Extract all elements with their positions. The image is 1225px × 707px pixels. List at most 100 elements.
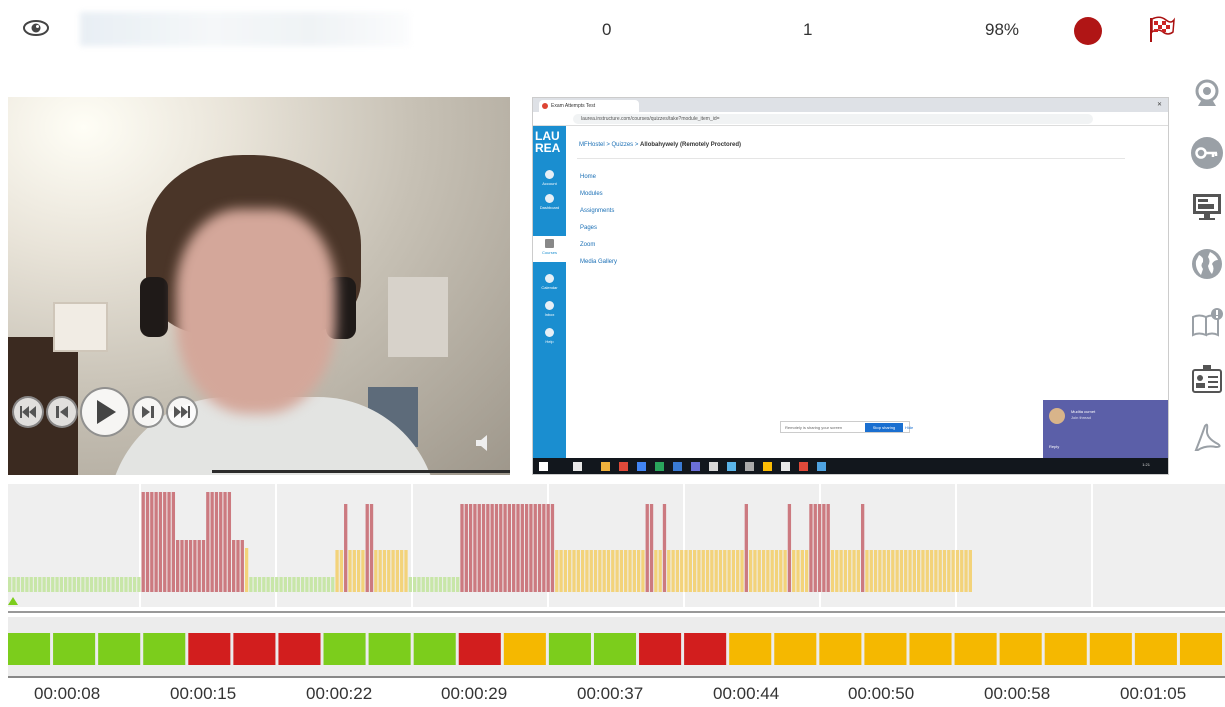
activity-bar xyxy=(839,550,843,592)
menu-assignments[interactable]: Assignments xyxy=(580,208,617,225)
play-icon xyxy=(97,400,116,424)
step-back-button[interactable] xyxy=(46,396,78,428)
nav-courses[interactable]: Courses xyxy=(533,236,566,262)
taskbar-app-icon[interactable] xyxy=(655,462,664,471)
taskbar-app-icon[interactable] xyxy=(637,462,646,471)
inbox-icon xyxy=(545,301,554,310)
status-strip[interactable] xyxy=(8,617,1225,677)
hide-link[interactable]: Hide xyxy=(905,425,913,430)
url-field[interactable]: laurea.instructure.com/courses/quizzes/t… xyxy=(573,114,1093,124)
skip-start-button[interactable] xyxy=(12,396,44,428)
activity-bar xyxy=(378,550,382,592)
playback-controls xyxy=(12,385,198,439)
speaker-icon[interactable] xyxy=(473,432,495,454)
taskbar-app-icon[interactable] xyxy=(781,462,790,471)
taskbar-app-icon[interactable] xyxy=(817,462,826,471)
timeline-divider xyxy=(8,611,1225,613)
checkered-flag-icon[interactable] xyxy=(1146,14,1176,44)
activity-bar xyxy=(628,550,632,592)
taskbar-app-icon[interactable] xyxy=(745,462,754,471)
taskbar-app-icon[interactable] xyxy=(619,462,628,471)
taskbar-app-icon[interactable] xyxy=(573,462,582,471)
activity-bar xyxy=(339,550,344,592)
monitor-icon[interactable] xyxy=(1190,190,1224,224)
taskbar-app-icon[interactable] xyxy=(727,462,736,471)
activity-bar xyxy=(158,492,163,592)
chat-reply-button[interactable]: Reply xyxy=(1049,444,1059,449)
activity-bar xyxy=(33,577,38,592)
activity-bar xyxy=(736,550,740,592)
globe-icon[interactable] xyxy=(1190,247,1224,281)
webcam-icon[interactable] xyxy=(1190,78,1224,112)
play-button[interactable] xyxy=(80,387,130,437)
step-forward-button[interactable] xyxy=(132,396,164,428)
activity-bar xyxy=(611,550,615,592)
activity-bar xyxy=(404,550,408,592)
menu-pages[interactable]: Pages xyxy=(580,225,617,242)
activity-bar xyxy=(322,577,326,592)
activity-bar xyxy=(38,577,42,592)
activity-bar xyxy=(925,550,929,592)
taskbar-app-icon[interactable] xyxy=(709,462,718,471)
nav-help[interactable]: Help xyxy=(533,328,566,344)
activity-bar xyxy=(481,504,486,592)
activity-bar xyxy=(223,492,227,592)
activity-chart-svg xyxy=(8,484,1093,607)
activity-bar xyxy=(585,550,589,592)
skip-end-button[interactable] xyxy=(166,396,198,428)
stop-sharing-button[interactable]: Stop sharing xyxy=(865,423,903,432)
activity-bar xyxy=(326,577,331,592)
activity-bar xyxy=(783,550,787,592)
menu-modules[interactable]: Modules xyxy=(580,191,617,208)
activity-bar xyxy=(856,550,860,592)
activity-bar xyxy=(533,504,537,592)
menu-home[interactable]: Home xyxy=(580,174,617,191)
activity-bar xyxy=(167,492,171,592)
menu-zoom[interactable]: Zoom xyxy=(580,242,617,259)
window-close-icon[interactable]: ✕ xyxy=(1157,101,1162,108)
taskbar-app-icon[interactable] xyxy=(763,462,772,471)
activity-bar xyxy=(507,504,512,592)
start-icon[interactable] xyxy=(539,462,548,471)
activity-bar xyxy=(64,577,68,592)
nav-calendar[interactable]: Calendar xyxy=(533,274,566,290)
nav-inbox[interactable]: Inbox xyxy=(533,301,566,317)
activity-chart[interactable] xyxy=(8,484,1225,607)
activity-bar xyxy=(512,504,516,592)
status-strip-svg xyxy=(8,633,1222,665)
activity-bar xyxy=(180,540,184,592)
activity-bar xyxy=(361,550,365,592)
activity-bar xyxy=(374,550,378,592)
activity-bar xyxy=(878,550,882,592)
pdf-icon[interactable] xyxy=(1190,420,1224,454)
book-alert-icon[interactable] xyxy=(1190,305,1224,339)
activity-bar xyxy=(727,550,731,592)
nav-dashboard[interactable]: Dashboard xyxy=(533,194,566,210)
breadcrumb-links[interactable]: MFHostel > Quizzes > xyxy=(579,142,638,148)
chat-popup[interactable]: Mudita curnet Join thread Reply xyxy=(1043,400,1168,458)
menu-media-gallery[interactable]: Media Gallery xyxy=(580,259,617,276)
screen-capture[interactable]: Exam Attempts Test ✕ laurea.instructure.… xyxy=(532,97,1169,475)
webcam-progress-bar[interactable] xyxy=(212,470,510,473)
activity-bar xyxy=(550,504,555,592)
taskbar-app-icon[interactable] xyxy=(691,462,700,471)
nav-account[interactable]: Account xyxy=(533,170,566,186)
taskbar-app-icon[interactable] xyxy=(673,462,682,471)
eye-icon[interactable] xyxy=(22,14,50,42)
browser-tab[interactable]: Exam Attempts Test xyxy=(539,100,639,112)
record-indicator[interactable] xyxy=(1074,17,1102,45)
time-label: 00:00:44 xyxy=(713,684,780,703)
webcam-video[interactable] xyxy=(8,97,510,475)
taskbar-app-icon[interactable] xyxy=(799,462,808,471)
activity-bar xyxy=(929,550,934,592)
activity-bar xyxy=(524,504,529,592)
activity-bar xyxy=(490,504,494,592)
activity-bar xyxy=(266,577,270,592)
status-segment xyxy=(458,633,501,665)
key-icon[interactable] xyxy=(1190,136,1224,170)
browser-address-bar: laurea.instructure.com/courses/quizzes/t… xyxy=(533,112,1168,126)
activity-bar xyxy=(804,550,809,592)
id-card-icon[interactable] xyxy=(1190,362,1224,396)
taskbar-app-icon[interactable] xyxy=(601,462,610,471)
chat-avatar xyxy=(1049,408,1065,424)
